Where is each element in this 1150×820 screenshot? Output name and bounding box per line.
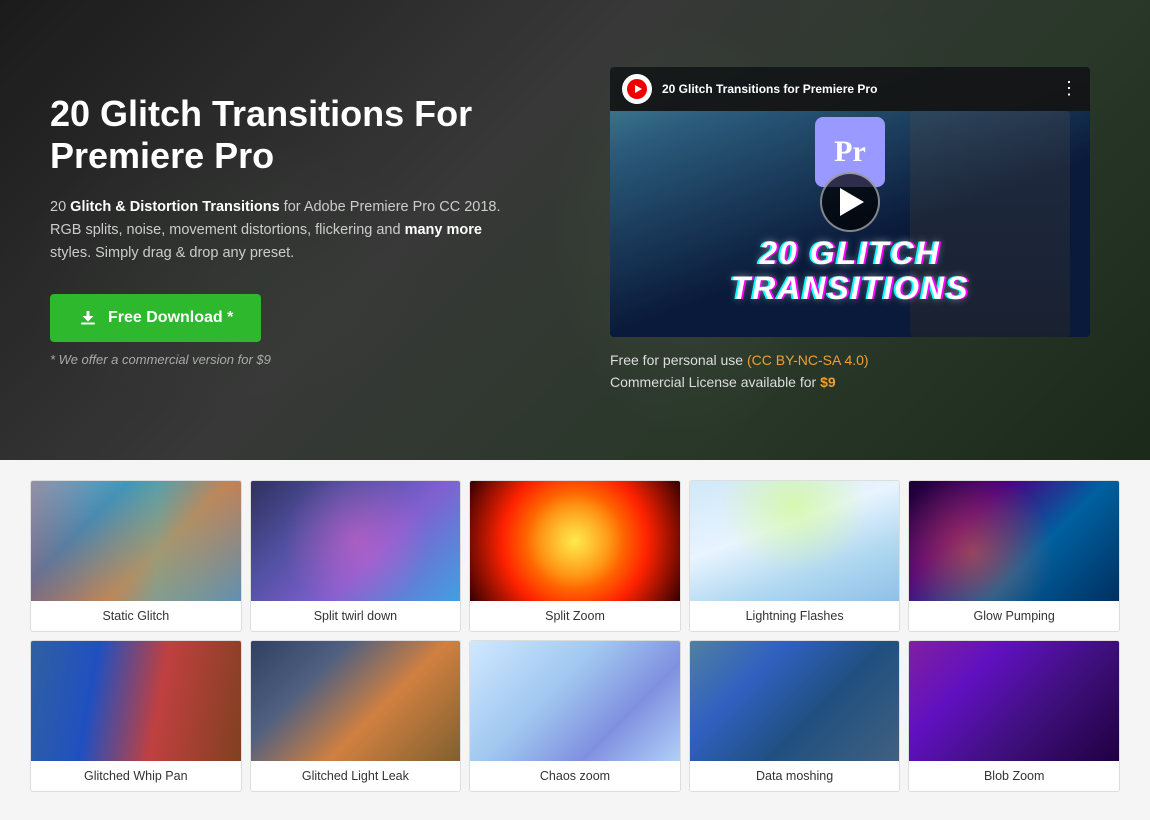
grid-item-split-twirl-down[interactable]: Split twirl down xyxy=(250,480,462,632)
grid-item-data-moshing[interactable]: Data moshing xyxy=(689,640,901,792)
thumb-glow-pumping xyxy=(909,481,1119,601)
thumb-split-zoom xyxy=(470,481,680,601)
video-text-overlay: 20 GLITCH TRANSITIONS xyxy=(610,236,1090,306)
hero-left-panel: 20 Glitch Transitions For Premiere Pro 2… xyxy=(50,93,550,366)
thumb-static-glitch xyxy=(31,481,241,601)
download-button[interactable]: Free Download * xyxy=(50,294,261,342)
grid-label-chaos-zoom: Chaos zoom xyxy=(470,761,680,791)
channel-icon xyxy=(622,74,652,104)
glitch-text-line2: TRANSITIONS xyxy=(610,271,1090,306)
thumb-glitched-light-leak xyxy=(251,641,461,761)
desc-bold1: Glitch & Distortion Transitions xyxy=(70,199,279,215)
grid-label-static-glitch: Static Glitch xyxy=(31,601,241,631)
thumb-chaos-zoom xyxy=(470,641,680,761)
grid-item-blob-zoom[interactable]: Blob Zoom xyxy=(908,640,1120,792)
desc-bold2: many more xyxy=(405,222,482,238)
grid-label-glitched-whip-pan: Glitched Whip Pan xyxy=(31,761,241,791)
download-icon xyxy=(78,308,98,328)
grid-item-split-zoom[interactable]: Split Zoom xyxy=(469,480,681,632)
glitch-text-line1: 20 GLITCH xyxy=(610,236,1090,271)
video-options-icon[interactable]: ⋮ xyxy=(1060,78,1078,99)
license-line: Free for personal use (CC BY-NC-SA 4.0) xyxy=(610,349,1100,371)
grid-item-glitched-whip-pan[interactable]: Glitched Whip Pan xyxy=(30,640,242,792)
grid-label-blob-zoom: Blob Zoom xyxy=(909,761,1119,791)
license-text: Free for personal use xyxy=(610,352,747,368)
grid-label-data-moshing: Data moshing xyxy=(690,761,900,791)
commercial-line: Commercial License available for $9 xyxy=(610,371,1100,393)
grid-label-split-zoom: Split Zoom xyxy=(470,601,680,631)
license-link[interactable]: (CC BY-NC-SA 4.0) xyxy=(747,352,869,368)
video-title: 20 Glitch Transitions for Premiere Pro xyxy=(662,82,1050,96)
thumb-split-twirl-down xyxy=(251,481,461,601)
commercial-price: $9 xyxy=(820,374,836,390)
commercial-license-text: Commercial License available for xyxy=(610,374,820,390)
thumb-blob-zoom xyxy=(909,641,1119,761)
hero-right-panel: 20 Glitch Transitions for Premiere Pro ⋮… xyxy=(610,67,1100,394)
hero-content: 20 Glitch Transitions For Premiere Pro 2… xyxy=(0,27,1150,434)
video-container[interactable]: 20 Glitch Transitions for Premiere Pro ⋮… xyxy=(610,67,1090,337)
thumb-glitched-whip-pan xyxy=(31,641,241,761)
play-icon xyxy=(840,188,864,216)
hero-title: 20 Glitch Transitions For Premiere Pro xyxy=(50,93,550,176)
grid-section: Static Glitch Split twirl down Split Zoom L… xyxy=(0,460,1150,820)
grid-label-lightning-flashes: Lightning Flashes xyxy=(690,601,900,631)
grid-label-split-twirl-down: Split twirl down xyxy=(251,601,461,631)
hero-description: 20 Glitch & Distortion Transitions for A… xyxy=(50,196,510,266)
desc-text1: 20 xyxy=(50,199,70,215)
grid-item-static-glitch[interactable]: Static Glitch xyxy=(30,480,242,632)
hero-section: 20 Glitch Transitions For Premiere Pro 2… xyxy=(0,0,1150,460)
desc-text3: styles. Simply drag & drop any preset. xyxy=(50,245,294,261)
grid-item-glow-pumping[interactable]: Glow Pumping xyxy=(908,480,1120,632)
grid-item-glitched-light-leak[interactable]: Glitched Light Leak xyxy=(250,640,462,792)
thumb-data-moshing xyxy=(690,641,900,761)
grid-row-2: Glitched Whip Pan Glitched Light Leak Chao… xyxy=(30,640,1120,792)
download-label: Free Download * xyxy=(108,309,233,327)
video-info: Free for personal use (CC BY-NC-SA 4.0) … xyxy=(610,349,1100,394)
grid-label-glow-pumping: Glow Pumping xyxy=(909,601,1119,631)
video-header: 20 Glitch Transitions for Premiere Pro ⋮ xyxy=(610,67,1090,111)
grid-item-lightning-flashes[interactable]: Lightning Flashes xyxy=(689,480,901,632)
grid-item-chaos-zoom[interactable]: Chaos zoom xyxy=(469,640,681,792)
thumb-lightning-flashes xyxy=(690,481,900,601)
grid-row-1: Static Glitch Split twirl down Split Zoom L… xyxy=(30,480,1120,632)
play-button[interactable] xyxy=(820,172,880,232)
commercial-note: * We offer a commercial version for $9 xyxy=(50,352,550,367)
grid-label-glitched-light-leak: Glitched Light Leak xyxy=(251,761,461,791)
